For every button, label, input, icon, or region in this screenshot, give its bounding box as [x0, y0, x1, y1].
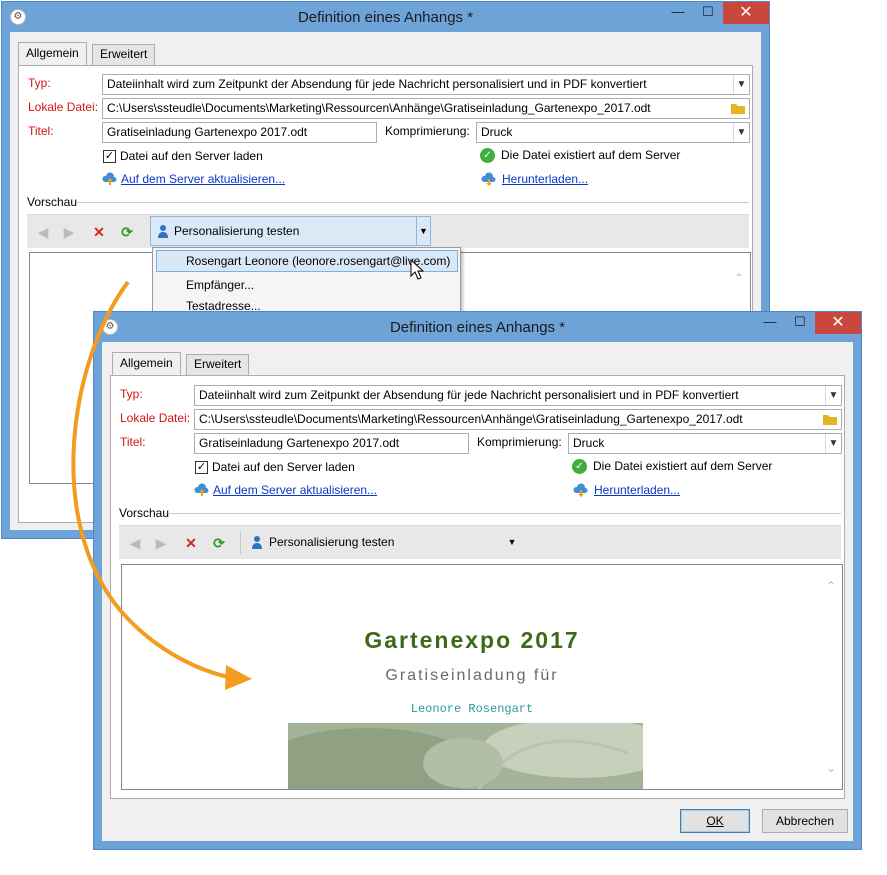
update-on-server-link[interactable]: Auf dem Server aktualisieren...: [121, 172, 285, 186]
ok-button[interactable]: OK: [680, 809, 750, 833]
tab-allgemein[interactable]: Allgemein: [18, 42, 87, 65]
chevron-down-icon[interactable]: ▼: [733, 75, 749, 94]
chevron-down-icon[interactable]: ▼: [825, 386, 841, 405]
preview-separator: [169, 513, 841, 514]
title-bar[interactable]: ⚙ Definition eines Anhangs * — ☐ ✕: [94, 312, 861, 342]
compression-value: Druck: [481, 125, 513, 139]
maximize-button[interactable]: ☐: [785, 312, 815, 334]
window-title: Definition eines Anhangs *: [297, 9, 474, 26]
local-file-label: Lokale Datei:: [120, 411, 191, 425]
personalize-label: Personalisierung testen: [269, 535, 395, 549]
preview-label: Vorschau: [27, 195, 78, 209]
type-select[interactable]: Dateiinhalt wird zum Zeitpunkt der Absen…: [194, 385, 842, 406]
scroll-down-icon[interactable]: ⌄: [824, 761, 838, 775]
dialog-body: Allgemein Erweitert Typ: Dateiinhalt wir…: [102, 342, 853, 841]
preview-separator: [77, 202, 749, 203]
cloud-upload-icon: [102, 172, 117, 185]
local-file-input[interactable]: C:\Users\ssteudle\Documents\Marketing\Re…: [102, 98, 750, 119]
toolbar-separator: [240, 532, 241, 554]
person-icon: [158, 225, 168, 238]
preview-toolbar: ◀ ▶ ✕ ⟳ Personalisierung testen ▼: [27, 214, 749, 248]
close-button[interactable]: ✕: [723, 2, 769, 24]
type-label: Typ:: [28, 76, 51, 90]
chevron-down-icon[interactable]: ▼: [505, 527, 519, 557]
check-circle-icon: ✓: [572, 459, 587, 474]
local-file-input[interactable]: C:\Users\ssteudle\Documents\Marketing\Re…: [194, 409, 842, 430]
title-input[interactable]: Gratiseinladung Gartenexpo 2017.odt: [194, 433, 469, 454]
local-file-value: C:\Users\ssteudle\Documents\Marketing\Re…: [107, 101, 651, 115]
tab-erweitert[interactable]: Erweitert: [92, 44, 156, 65]
download-link[interactable]: Herunterladen...: [502, 172, 588, 186]
chevron-down-icon[interactable]: ▼: [825, 434, 841, 453]
title-label: Titel:: [120, 435, 146, 449]
update-on-server-link[interactable]: Auf dem Server aktualisieren...: [213, 483, 377, 497]
preview-pane: Gartenexpo 2017 Gratiseinladung für Leon…: [121, 564, 843, 790]
minimize-button[interactable]: —: [755, 312, 785, 334]
preview-toolbar: ◀ ▶ ✕ ⟳ Personalisierung testen ▼: [119, 525, 841, 559]
title-label: Titel:: [28, 124, 54, 138]
upload-checkbox-label: Datei auf den Server laden: [120, 149, 263, 163]
minimize-button[interactable]: —: [663, 2, 693, 24]
title-input[interactable]: Gratiseinladung Gartenexpo 2017.odt: [102, 122, 377, 143]
upload-checkbox-label: Datei auf den Server laden: [212, 460, 355, 474]
compression-select[interactable]: Druck ▼: [568, 433, 842, 454]
file-exists-text: Die Datei existiert auf dem Server: [593, 459, 773, 473]
back-arrow-icon[interactable]: ◀: [127, 535, 143, 551]
scroll-up-icon[interactable]: ⌃: [732, 271, 746, 285]
compression-label: Komprimierung:: [477, 435, 562, 449]
type-select[interactable]: Dateiinhalt wird zum Zeitpunkt der Absen…: [102, 74, 750, 95]
cancel-button[interactable]: Abbrechen: [762, 809, 848, 833]
forward-arrow-icon[interactable]: ▶: [153, 535, 169, 551]
maximize-button[interactable]: ☐: [693, 2, 723, 24]
preview-subheading: Gratiseinladung für: [385, 667, 559, 684]
folder-icon[interactable]: [820, 411, 840, 428]
refresh-icon[interactable]: ⟳: [211, 535, 227, 551]
preview-label: Vorschau: [119, 506, 170, 520]
scroll-up-icon[interactable]: ⌃: [824, 579, 838, 593]
mouse-cursor-icon: [410, 259, 424, 280]
check-circle-icon: ✓: [480, 148, 495, 163]
cloud-download-icon: [573, 483, 588, 497]
type-value: Dateiinhalt wird zum Zeitpunkt der Absen…: [199, 388, 739, 402]
delete-icon[interactable]: ✕: [183, 535, 199, 551]
tab-allgemein[interactable]: Allgemein: [112, 352, 181, 375]
back-arrow-icon[interactable]: ◀: [35, 224, 51, 240]
preview-heading: Gartenexpo 2017: [364, 627, 580, 653]
type-value: Dateiinhalt wird zum Zeitpunkt der Absen…: [107, 77, 647, 91]
compression-value: Druck: [573, 436, 605, 450]
forward-arrow-icon[interactable]: ▶: [61, 224, 77, 240]
delete-icon[interactable]: ✕: [91, 224, 107, 240]
file-exists-text: Die Datei existiert auf dem Server: [501, 148, 681, 162]
tab-panel: Typ: Dateiinhalt wird zum Zeitpunkt der …: [110, 375, 845, 799]
local-file-value: C:\Users\ssteudle\Documents\Marketing\Re…: [199, 412, 743, 426]
close-button[interactable]: ✕: [815, 312, 861, 334]
leaf-image: [288, 723, 643, 789]
tab-erweitert[interactable]: Erweitert: [186, 354, 250, 375]
cloud-upload-icon: [194, 483, 209, 496]
title-bar[interactable]: ⚙ Definition eines Anhangs * — ☐ ✕: [2, 2, 769, 32]
type-label: Typ:: [120, 387, 143, 401]
upload-checkbox[interactable]: ✓: [103, 150, 116, 163]
upload-checkbox[interactable]: ✓: [195, 461, 208, 474]
personalize-label: Personalisierung testen: [174, 224, 300, 238]
refresh-icon[interactable]: ⟳: [119, 224, 135, 240]
chevron-down-icon[interactable]: ▼: [733, 123, 749, 142]
compression-select[interactable]: Druck ▼: [476, 122, 750, 143]
window-title: Definition eines Anhangs *: [389, 319, 566, 336]
menu-item-recipients[interactable]: Empfänger...: [186, 278, 254, 292]
compression-label: Komprimierung:: [385, 124, 470, 138]
local-file-label: Lokale Datei:: [28, 100, 99, 114]
personalize-dropdown[interactable]: Personalisierung testen ▼: [150, 216, 431, 246]
front-window: ⚙ Definition eines Anhangs * — ☐ ✕ Allge…: [93, 311, 862, 850]
folder-icon[interactable]: [728, 100, 748, 117]
preview-recipient: Leonore Rosengart: [410, 702, 534, 716]
chevron-down-icon[interactable]: ▼: [416, 217, 430, 245]
personalize-dropdown[interactable]: Personalisierung testen ▼: [245, 527, 525, 557]
person-icon: [252, 536, 262, 549]
cloud-download-icon: [481, 172, 496, 186]
download-link[interactable]: Herunterladen...: [594, 483, 680, 497]
